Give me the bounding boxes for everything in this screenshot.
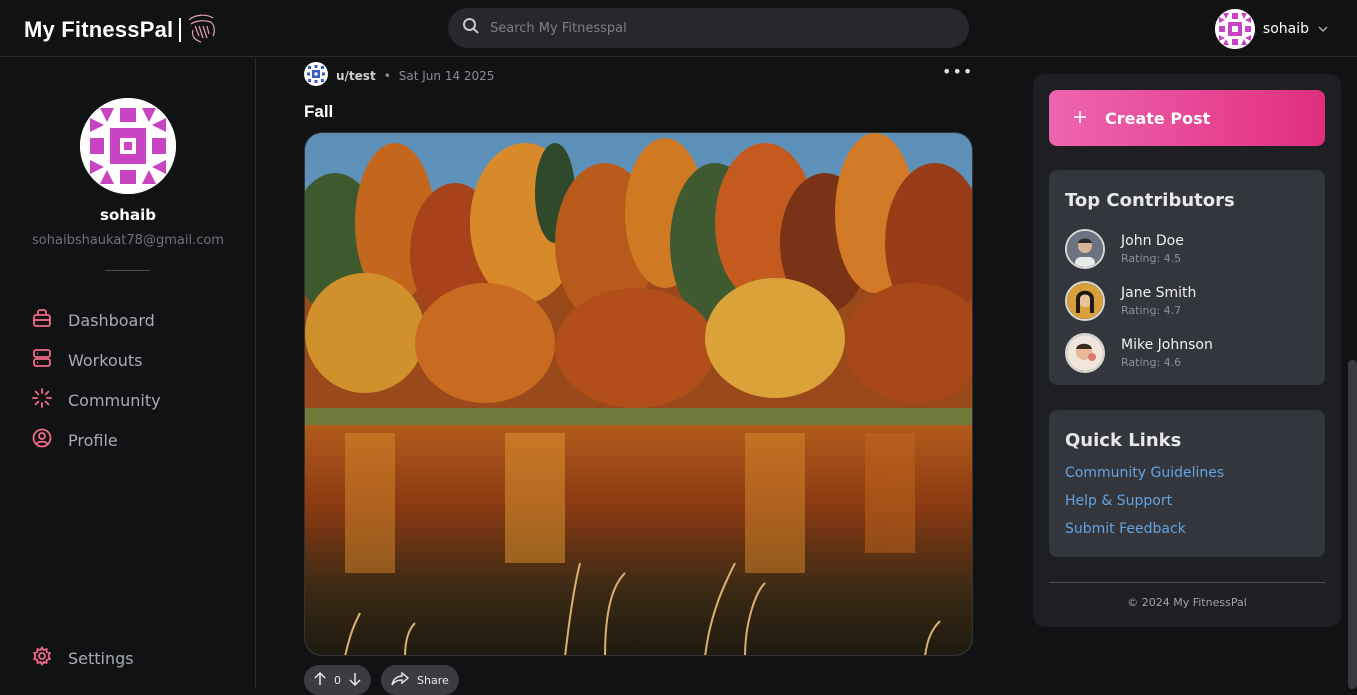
page-scrollbar[interactable] <box>1348 360 1357 689</box>
contributor-item[interactable]: Mike Johnson Rating: 4.6 <box>1065 327 1309 379</box>
profile-name: sohaib <box>100 206 156 224</box>
loader-icon <box>32 388 52 412</box>
logo-text: My FitnessPal <box>24 17 174 42</box>
post-meta: u/test • Sat Jun 14 2025 <box>304 62 494 89</box>
create-post-button[interactable]: Create Post <box>1049 90 1325 146</box>
post-actions: 0 Share <box>304 665 459 695</box>
plus-icon <box>1073 109 1087 128</box>
share-button[interactable]: Share <box>381 665 459 695</box>
sidebar-item-community[interactable]: Community <box>32 380 161 420</box>
user-menu[interactable]: sohaib <box>1214 9 1329 49</box>
sidebar-item-dashboard[interactable]: Dashboard <box>32 300 161 340</box>
briefcase-icon <box>32 308 52 332</box>
contributor-item[interactable]: Jane Smith Rating: 4.7 <box>1065 275 1309 327</box>
sidebar-item-label: Profile <box>68 430 118 450</box>
user-name: sohaib <box>1262 21 1309 37</box>
profile-email: sohaibshaukat78@gmail.com <box>32 233 224 248</box>
sidebar-item-profile[interactable]: Profile <box>32 420 161 460</box>
quick-links-title: Quick Links <box>1065 430 1182 451</box>
contributor-name: Mike Johnson <box>1121 337 1213 353</box>
logo-divider <box>179 18 182 42</box>
right-panel: Create Post Top Contributors John Doe Ra… <box>1033 74 1341 627</box>
search-bar[interactable] <box>448 8 969 48</box>
contributor-rating: Rating: 4.7 <box>1121 304 1182 317</box>
sidebar-nav: Dashboard Workouts Community Profile <box>32 300 161 460</box>
profile-divider <box>105 270 150 271</box>
post-author[interactable]: u/test <box>336 69 376 83</box>
share-label: Share <box>417 673 449 687</box>
more-options-icon[interactable]: ••• <box>942 62 973 81</box>
contributor-rating: Rating: 4.6 <box>1121 356 1182 369</box>
footer-divider <box>1049 582 1325 583</box>
top-contributors-card: Top Contributors John Doe Rating: 4.5 Ja… <box>1049 170 1325 385</box>
downvote-arrow-icon[interactable] <box>349 672 361 689</box>
server-icon <box>32 348 52 372</box>
sidebar-item-label: Dashboard <box>68 310 155 330</box>
settings-label: Settings <box>68 648 134 668</box>
user-avatar[interactable] <box>1214 9 1255 49</box>
post-author-avatar[interactable] <box>304 62 328 89</box>
hand-swirl-logo-icon <box>185 12 219 48</box>
chevron-down-icon <box>1317 20 1329 39</box>
post-date: Sat Jun 14 2025 <box>398 68 495 83</box>
contributor-rating: Rating: 4.5 <box>1121 252 1182 265</box>
left-sidebar: sohaib sohaibshaukat78@gmail.com Dashboa… <box>0 58 256 689</box>
vote-control: 0 <box>304 665 371 695</box>
quick-link-help-support[interactable]: Help & Support <box>1065 487 1309 515</box>
vote-count: 0 <box>334 673 341 687</box>
contributor-name: John Doe <box>1121 233 1184 249</box>
contributor-avatar <box>1065 229 1105 269</box>
copyright-footer: © 2024 My FitnessPal <box>1127 596 1247 609</box>
sidebar-item-label: Workouts <box>68 350 143 370</box>
sidebar-item-workouts[interactable]: Workouts <box>32 340 161 380</box>
contributor-name: Jane Smith <box>1121 285 1197 301</box>
contributor-avatar <box>1065 281 1105 321</box>
search-input[interactable] <box>490 20 930 36</box>
gear-icon <box>32 645 52 670</box>
post-title: Fall <box>304 102 334 121</box>
contributor-item[interactable]: John Doe Rating: 4.5 <box>1065 223 1309 275</box>
profile-avatar[interactable] <box>80 98 176 194</box>
quick-links-card: Quick Links Community Guidelines Help & … <box>1049 410 1325 557</box>
meta-separator: • <box>383 68 391 83</box>
contributor-avatar <box>1065 333 1105 373</box>
upvote-arrow-icon[interactable] <box>314 671 326 689</box>
top-contributors-title: Top Contributors <box>1065 190 1235 211</box>
share-icon <box>391 671 410 689</box>
create-post-label: Create Post <box>1105 108 1211 128</box>
top-navigation-bar: My FitnessPal Search My Fitnesspal sohai… <box>0 0 1357 57</box>
app-logo[interactable]: My FitnessPal <box>24 12 219 48</box>
sidebar-item-settings[interactable]: Settings <box>32 638 134 678</box>
user-circle-icon <box>32 428 52 452</box>
quick-link-community-guidelines[interactable]: Community Guidelines <box>1065 459 1309 487</box>
quick-link-submit-feedback[interactable]: Submit Feedback <box>1065 515 1309 543</box>
sidebar-item-label: Community <box>68 390 161 410</box>
search-icon <box>462 17 480 39</box>
post-image <box>304 132 973 656</box>
